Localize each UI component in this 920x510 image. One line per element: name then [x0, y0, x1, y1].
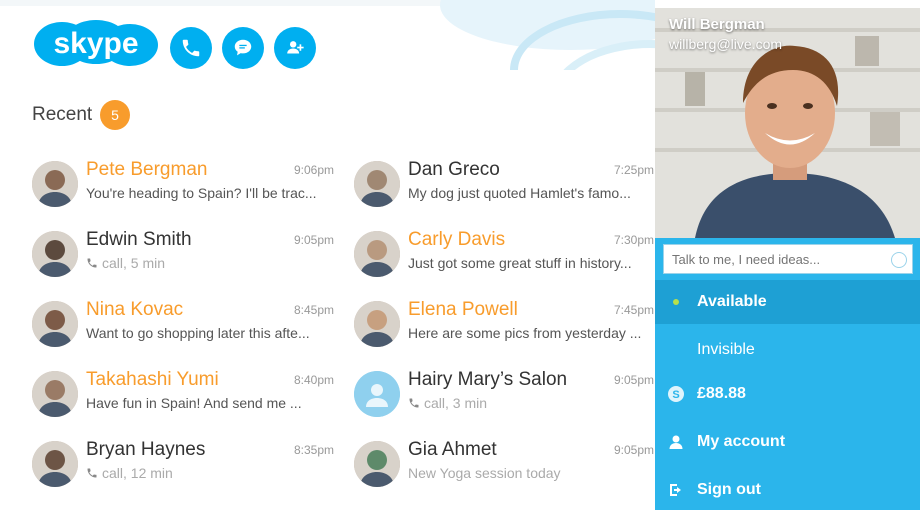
message-text: You're heading to Spain? I'll be trac...: [86, 185, 317, 201]
contact-item[interactable]: Hairy Mary’s Salon 9:05pm call, 3 min: [354, 367, 654, 423]
message-text: call, 12 min: [102, 465, 173, 481]
status-dot-icon: [667, 293, 685, 311]
message-text: Here are some pics from yesterday ...: [408, 325, 642, 341]
contact-item[interactable]: Edwin Smith 9:05pm call, 5 min: [32, 227, 334, 283]
credit-balance: £88.88: [697, 385, 746, 402]
message-text: Have fun in Spain! And send me ...: [86, 395, 302, 411]
contact-item[interactable]: Bryan Haynes 8:35pm call, 12 min: [32, 437, 334, 493]
contact-time: 9:05pm: [293, 233, 334, 247]
contact-item[interactable]: Gia Ahmet 9:05pm New Yoga session today: [354, 437, 654, 493]
menu-sign-out-label: Sign out: [697, 481, 761, 498]
avatar: [32, 441, 78, 487]
profile-photo: Will Bergman willberg@live.com: [655, 8, 920, 238]
contact-time: 7:30pm: [613, 233, 654, 247]
avatar: [354, 371, 400, 417]
contact-time: 9:05pm: [613, 373, 654, 387]
avatar: [32, 301, 78, 347]
contact-name: Pete Bergman: [86, 159, 208, 180]
skype-credit-icon: S: [667, 385, 685, 403]
avatar: [354, 441, 400, 487]
menu-my-account[interactable]: My account: [655, 420, 920, 464]
add-contact-icon: [287, 41, 304, 54]
chat-icon: [234, 39, 252, 56]
message-text: New Yoga session today: [408, 465, 561, 481]
message-text: Just got some great stuff in history...: [408, 255, 632, 271]
cloud-decoration: [440, 0, 655, 70]
chat-button[interactable]: [222, 27, 264, 69]
menu-sign-out[interactable]: Sign out: [655, 468, 920, 510]
call-button[interactable]: [170, 27, 212, 69]
contact-time: 7:25pm: [613, 163, 654, 177]
menu-invisible[interactable]: Invisible: [655, 328, 920, 372]
last-message: Want to go shopping later this afte...: [86, 325, 356, 341]
phone-icon: [182, 39, 200, 57]
contact-name: Elena Powell: [408, 299, 518, 320]
contact-time: 8:40pm: [293, 373, 334, 387]
recent-count-badge: 5: [100, 100, 130, 130]
avatar: [354, 231, 400, 277]
call-icon: [408, 396, 420, 408]
avatar: [354, 161, 400, 207]
contact-time: 8:35pm: [293, 443, 334, 457]
menu-skype-credit[interactable]: S £88.88: [655, 372, 920, 416]
contact-item[interactable]: Dan Greco 7:25pm My dog just quoted Hamlet…: [354, 157, 654, 213]
svg-text:skype: skype: [53, 27, 138, 60]
last-message: Here are some pics from yesterday ...: [408, 325, 678, 341]
avatar: [32, 231, 78, 277]
contact-name: Gia Ahmet: [408, 439, 497, 460]
call-icon: [86, 466, 98, 478]
profile-panel: Will Bergman willberg@live.com Available…: [655, 8, 920, 510]
menu-invisible-label: Invisible: [697, 341, 755, 358]
emoticon-icon[interactable]: [891, 252, 907, 268]
account-icon: [667, 433, 685, 451]
last-message: You're heading to Spain? I'll be trac...: [86, 185, 356, 201]
contact-time: 9:05pm: [613, 443, 654, 457]
add-contact-button[interactable]: [274, 27, 316, 69]
contact-name: Edwin Smith: [86, 229, 192, 250]
contact-time: 7:45pm: [613, 303, 654, 317]
svg-text:S: S: [672, 389, 679, 401]
menu-available[interactable]: Available: [655, 280, 920, 324]
call-summary: call, 5 min: [86, 255, 356, 271]
message-text: call, 5 min: [102, 255, 166, 271]
last-message: Have fun in Spain! And send me ...: [86, 395, 356, 411]
contact-name: Dan Greco: [408, 159, 500, 180]
message-text: My dog just quoted Hamlet's famo...: [408, 185, 631, 201]
contact-time: 8:45pm: [293, 303, 334, 317]
sign-out-icon: [667, 481, 685, 499]
call-summary: call, 3 min: [408, 395, 678, 411]
contact-item[interactable]: Pete Bergman 9:06pm You're heading to Spai…: [32, 157, 334, 213]
message-text: call, 3 min: [424, 395, 488, 411]
last-message: Just got some great stuff in history...: [408, 255, 678, 271]
menu-my-account-label: My account: [697, 433, 786, 450]
mood-message-input[interactable]: [663, 244, 913, 274]
avatar: [32, 161, 78, 207]
contact-time: 9:06pm: [293, 163, 334, 177]
last-message: My dog just quoted Hamlet's famo...: [408, 185, 678, 201]
contact-item[interactable]: Nina Kovac 8:45pm Want to go shopping late…: [32, 297, 334, 353]
contact-name: Nina Kovac: [86, 299, 184, 320]
contact-item[interactable]: Takahashi Yumi 8:40pm Have fun in Spain! A…: [32, 367, 334, 423]
profile-name: Will Bergman: [669, 16, 765, 33]
call-summary: call, 12 min: [86, 465, 356, 481]
profile-email: willberg@live.com: [669, 36, 783, 52]
contact-name: Bryan Haynes: [86, 439, 206, 460]
contact-name: Carly Davis: [408, 229, 506, 250]
last-message: New Yoga session today: [408, 465, 678, 481]
menu-available-label: Available: [697, 293, 767, 310]
call-icon: [86, 256, 98, 268]
contact-item[interactable]: Elena Powell 7:45pm Here are some pics fro…: [354, 297, 654, 353]
avatar: [32, 371, 78, 417]
avatar: [354, 301, 400, 347]
contact-item[interactable]: Carly Davis 7:30pm Just got some great stu…: [354, 227, 654, 283]
message-text: Want to go shopping later this afte...: [86, 325, 310, 341]
contact-name: Hairy Mary’s Salon: [408, 369, 568, 390]
contact-name: Takahashi Yumi: [86, 369, 219, 390]
skype-logo: skype: [32, 18, 160, 70]
recent-heading: Recent: [32, 104, 93, 125]
